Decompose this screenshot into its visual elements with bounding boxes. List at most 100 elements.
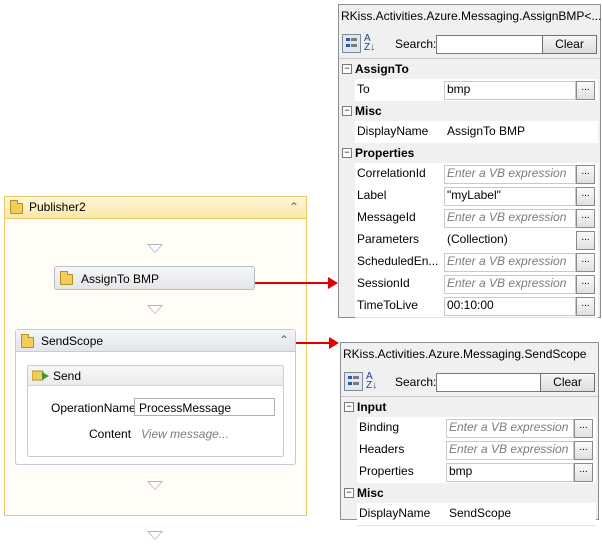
- category-properties[interactable]: − Properties: [339, 143, 600, 163]
- property-list: − Input Binding Enter a VB expression... Hea…: [341, 396, 598, 526]
- property-grid-assign: RKiss.Activities.Azure.Messaging.AssignB…: [338, 4, 601, 318]
- property-row[interactable]: CorrelationId Enter a VB expression...: [339, 163, 600, 186]
- property-value-input[interactable]: 00:10:00: [444, 297, 576, 316]
- category-label: Properties: [355, 146, 415, 160]
- drop-target-icon[interactable]: [147, 481, 163, 490]
- collapse-category-icon[interactable]: −: [344, 488, 354, 498]
- clear-button[interactable]: Clear: [542, 35, 597, 54]
- category-label: Misc: [357, 486, 384, 500]
- property-name: TimeToLive: [355, 295, 445, 318]
- arrow-head-icon: [328, 277, 338, 289]
- property-value-input[interactable]: bmp: [444, 81, 576, 100]
- search-input[interactable]: [436, 373, 541, 392]
- ellipsis-button[interactable]: ...: [576, 297, 595, 316]
- property-value-input[interactable]: Enter a VB expression: [444, 165, 576, 184]
- operation-name-input[interactable]: ProcessMessage: [134, 398, 275, 416]
- search-input[interactable]: [436, 35, 543, 54]
- view-message-link[interactable]: View message...: [141, 427, 229, 441]
- ellipsis-button[interactable]: ...: [574, 441, 593, 460]
- sendscope-title: SendScope: [41, 334, 104, 348]
- categorize-icon[interactable]: [342, 34, 361, 53]
- property-row[interactable]: Label "myLabel"...: [339, 185, 600, 208]
- ellipsis-button[interactable]: ...: [576, 187, 595, 206]
- property-value-input[interactable]: SendScope: [446, 505, 594, 524]
- property-name: Headers: [357, 439, 447, 462]
- category-label: Misc: [355, 104, 382, 118]
- sort-az-icon[interactable]: A Z↓: [366, 372, 377, 391]
- sendscope-activity[interactable]: SendScope ⌃ Send OperationName ProcessMe…: [15, 329, 296, 465]
- property-value-input[interactable]: Enter a VB expression: [444, 253, 576, 272]
- publisher-title: Publisher2: [29, 200, 86, 214]
- property-row[interactable]: Properties bmp...: [341, 461, 598, 484]
- folder-icon: [21, 334, 34, 348]
- category-assignto[interactable]: − AssignTo: [339, 59, 600, 79]
- category-input[interactable]: − Input: [341, 397, 598, 417]
- ellipsis-button[interactable]: ...: [574, 463, 593, 482]
- grid-title: RKiss.Activities.Azure.Messaging.AssignB…: [341, 9, 602, 23]
- sendscope-header[interactable]: SendScope ⌃: [16, 330, 295, 352]
- property-row[interactable]: To bmp...: [339, 79, 600, 102]
- property-row[interactable]: Parameters (Collection)...: [339, 229, 600, 252]
- property-row[interactable]: DisplayName SendScope: [341, 503, 598, 526]
- send-header[interactable]: Send: [28, 366, 283, 386]
- property-name: ScheduledEn...: [355, 251, 445, 274]
- assign-activity[interactable]: AssignTo BMP: [54, 266, 255, 290]
- categorize-icon[interactable]: [344, 372, 363, 391]
- send-icon: [32, 370, 49, 381]
- property-row[interactable]: Binding Enter a VB expression...: [341, 417, 598, 440]
- property-name: Parameters: [355, 229, 445, 252]
- category-misc[interactable]: − Misc: [339, 101, 600, 121]
- collapse-category-icon[interactable]: −: [342, 106, 352, 116]
- ellipsis-button[interactable]: ...: [576, 81, 595, 100]
- property-row[interactable]: DisplayName AssignTo BMP: [339, 121, 600, 144]
- property-value-input[interactable]: (Collection): [444, 231, 576, 250]
- arrow-head-icon: [329, 337, 339, 349]
- drop-target-icon[interactable]: [147, 244, 163, 253]
- arrow-to-grid2: [296, 342, 330, 344]
- collapse-category-icon[interactable]: −: [342, 148, 352, 158]
- property-value-input[interactable]: AssignTo BMP: [444, 123, 596, 142]
- ellipsis-button[interactable]: ...: [576, 275, 595, 294]
- send-title: Send: [53, 369, 82, 383]
- collapse-category-icon[interactable]: −: [344, 402, 354, 412]
- property-value-input[interactable]: "myLabel": [444, 187, 576, 206]
- property-row[interactable]: TimeToLive 00:10:00...: [339, 295, 600, 318]
- property-value-input[interactable]: Enter a VB expression: [446, 441, 574, 460]
- property-value-input[interactable]: Enter a VB expression: [444, 209, 576, 228]
- property-row[interactable]: MessageId Enter a VB expression...: [339, 207, 600, 230]
- property-value-input[interactable]: Enter a VB expression: [446, 419, 574, 438]
- drop-target-icon[interactable]: [147, 305, 163, 314]
- grid-title: RKiss.Activities.Azure.Messaging.SendSco…: [343, 347, 587, 361]
- category-misc[interactable]: − Misc: [341, 483, 598, 503]
- sort-az-icon[interactable]: A Z↓: [364, 34, 375, 53]
- property-name: DisplayName: [355, 121, 445, 144]
- collapse-icon[interactable]: ⌃: [289, 201, 299, 213]
- send-activity[interactable]: Send OperationName ProcessMessage Conten…: [27, 365, 284, 457]
- collapse-icon[interactable]: ⌃: [279, 334, 289, 346]
- ellipsis-button[interactable]: ...: [576, 165, 595, 184]
- drop-target-icon[interactable]: [147, 531, 163, 540]
- property-row[interactable]: ScheduledEn... Enter a VB expression...: [339, 251, 600, 274]
- property-name: DisplayName: [357, 503, 447, 526]
- search-label: Search:: [395, 375, 437, 389]
- property-name: Label: [355, 185, 445, 208]
- property-value-input[interactable]: bmp: [446, 463, 574, 482]
- assign-activity-label: AssignTo BMP: [81, 272, 160, 286]
- search-label: Search:: [395, 37, 437, 51]
- property-row[interactable]: Headers Enter a VB expression...: [341, 439, 598, 462]
- publisher-header[interactable]: Publisher2 ⌃: [5, 197, 306, 219]
- property-list: − AssignTo To bmp... − Misc DisplayName AssignT…: [339, 58, 600, 318]
- property-row[interactable]: SessionId Enter a VB expression...: [339, 273, 600, 296]
- collapse-category-icon[interactable]: −: [342, 64, 352, 74]
- property-grid-sendscope: RKiss.Activities.Azure.Messaging.SendSco…: [340, 342, 599, 526]
- arrow-to-grid1: [255, 282, 329, 284]
- ellipsis-button[interactable]: ...: [576, 253, 595, 272]
- property-value-input[interactable]: Enter a VB expression: [444, 275, 576, 294]
- property-name: SessionId: [355, 273, 445, 296]
- ellipsis-button[interactable]: ...: [576, 209, 595, 228]
- clear-button[interactable]: Clear: [540, 373, 595, 392]
- ellipsis-button[interactable]: ...: [576, 231, 595, 250]
- ellipsis-button[interactable]: ...: [574, 419, 593, 438]
- folder-icon: [60, 271, 73, 285]
- property-name: Properties: [357, 461, 447, 484]
